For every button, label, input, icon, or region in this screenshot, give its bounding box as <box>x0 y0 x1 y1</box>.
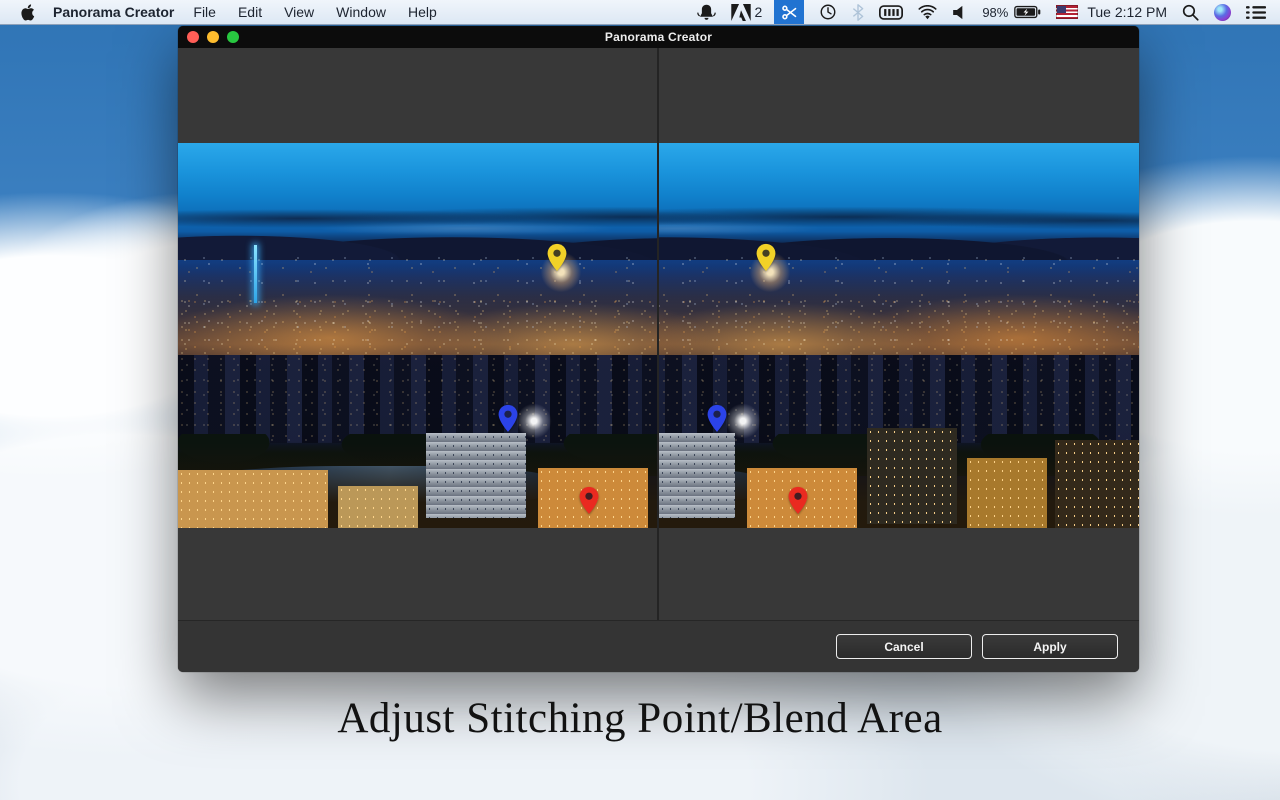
stitch-pin-yellow[interactable] <box>755 243 777 272</box>
stitch-pin-yellow[interactable] <box>546 243 568 272</box>
panorama-creator-window: Panorama Creator <box>178 26 1139 672</box>
stitch-pin-red[interactable] <box>578 486 600 515</box>
window-title: Panorama Creator <box>605 30 712 44</box>
stitch-pin-blue[interactable] <box>497 404 519 433</box>
wifi-icon[interactable] <box>918 5 937 20</box>
adobe-creative-cloud-icon[interactable]: 2 <box>731 4 763 21</box>
menu-help[interactable]: Help <box>397 4 448 20</box>
notification-center-icon[interactable] <box>1246 5 1266 20</box>
apple-menu-icon[interactable] <box>21 4 35 21</box>
menu-clock[interactable]: Tue 2:12 PM <box>1087 4 1167 20</box>
zoom-window-button[interactable] <box>227 31 239 43</box>
menu-bar: Panorama Creator File Edit View Window H… <box>0 0 1280 25</box>
time-machine-icon[interactable] <box>819 3 837 21</box>
window-action-bar: Cancel Apply <box>178 620 1139 672</box>
stitch-pin-red[interactable] <box>787 486 809 515</box>
battery-charging-icon[interactable] <box>1014 5 1041 19</box>
panorama-left-image-panel[interactable] <box>178 143 657 528</box>
adobe-badge-count: 2 <box>755 4 763 20</box>
page-caption: Adjust Stitching Point/Blend Area <box>0 694 1280 743</box>
menu-window[interactable]: Window <box>325 4 397 20</box>
bluetooth-icon[interactable] <box>852 4 864 21</box>
us-flag-icon[interactable] <box>1056 5 1078 19</box>
battery-percent-label: 98% <box>982 5 1008 20</box>
volume-icon[interactable] <box>952 5 966 20</box>
menu-view[interactable]: View <box>273 4 325 20</box>
spotlight-search-icon[interactable] <box>1182 4 1199 21</box>
device-battery-icon[interactable] <box>879 5 903 20</box>
stitch-pin-blue[interactable] <box>706 404 728 433</box>
apply-button[interactable]: Apply <box>982 634 1118 659</box>
cancel-button[interactable]: Cancel <box>836 634 972 659</box>
menu-file[interactable]: File <box>182 4 227 20</box>
minimize-window-button[interactable] <box>207 31 219 43</box>
notification-bell-icon[interactable] <box>697 4 716 21</box>
menu-app-name[interactable]: Panorama Creator <box>53 4 174 20</box>
window-content: Cancel Apply <box>178 48 1139 672</box>
panel-divider <box>657 48 659 620</box>
menu-edit[interactable]: Edit <box>227 4 273 20</box>
close-window-button[interactable] <box>187 31 199 43</box>
window-titlebar[interactable]: Panorama Creator <box>178 26 1139 48</box>
panorama-right-image[interactable] <box>659 143 1139 528</box>
panorama-left-image[interactable] <box>178 143 657 528</box>
panorama-right-image-panel[interactable] <box>659 143 1139 528</box>
siri-icon[interactable] <box>1214 4 1231 21</box>
flycut-scissors-icon[interactable] <box>774 0 804 24</box>
